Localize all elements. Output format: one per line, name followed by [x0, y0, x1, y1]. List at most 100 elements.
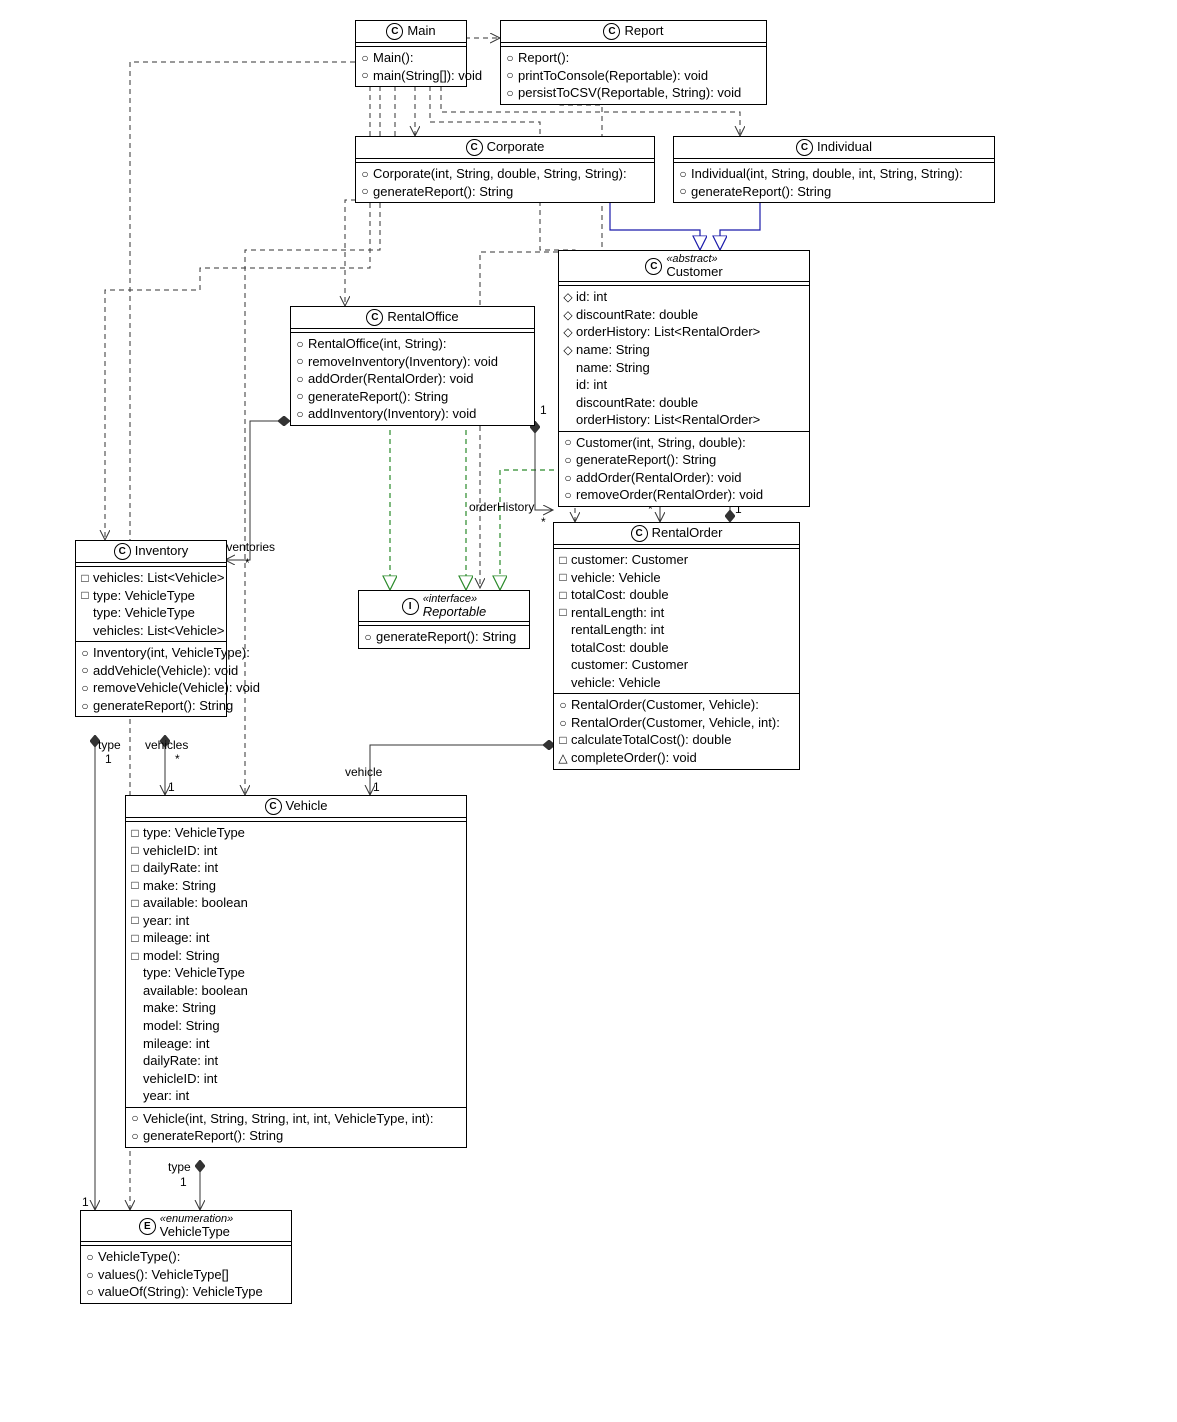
attribute: type: VehicleType — [143, 824, 245, 842]
visibility-icon: □ — [130, 948, 140, 964]
method: generateReport(): String — [373, 183, 513, 201]
method: persistToCSV(Reportable, String): void — [518, 84, 741, 102]
enum-icon: E — [139, 1218, 156, 1235]
visibility-icon: □ — [558, 587, 568, 603]
mult-one: 1 — [540, 403, 547, 417]
attribute: rentalLength: int — [571, 621, 664, 639]
visibility-icon: ○ — [505, 85, 515, 101]
visibility-icon: ◇ — [563, 324, 573, 340]
visibility-icon: ○ — [363, 629, 373, 645]
method: generateReport(): String — [308, 388, 448, 406]
attribute: vehicle: Vehicle — [571, 569, 661, 587]
method: generateReport(): String — [576, 451, 716, 469]
class-icon: C — [796, 139, 813, 156]
mult-one: 1 — [168, 780, 175, 794]
visibility-icon: ○ — [295, 388, 305, 404]
visibility-icon: □ — [80, 570, 90, 586]
visibility-icon: ○ — [295, 371, 305, 387]
visibility-icon: ○ — [505, 67, 515, 83]
mult-star: * — [175, 752, 180, 766]
class-name: Main — [407, 24, 435, 38]
method: generateReport(): String — [691, 183, 831, 201]
attribute: mileage: int — [143, 929, 209, 947]
visibility-icon: ○ — [563, 452, 573, 468]
visibility-icon: □ — [130, 877, 140, 893]
class-name: Vehicle — [286, 799, 328, 813]
method: removeOrder(RentalOrder): void — [576, 486, 763, 504]
attribute: customer: Customer — [571, 551, 688, 569]
class-name: Individual — [817, 140, 872, 154]
attribute: available: boolean — [143, 982, 248, 1000]
visibility-icon: □ — [80, 587, 90, 603]
class-name: RentalOrder — [652, 526, 723, 540]
interface-icon: I — [402, 598, 419, 615]
class-name: Customer — [666, 265, 722, 279]
class-name: RentalOffice — [387, 310, 458, 324]
method: calculateTotalCost(): double — [571, 731, 731, 749]
attribute: make: String — [143, 877, 216, 895]
attribute: vehicle: Vehicle — [571, 674, 661, 692]
visibility-icon: ○ — [80, 662, 90, 678]
visibility-icon: ○ — [295, 406, 305, 422]
visibility-icon: ○ — [678, 166, 688, 182]
attribute: year: int — [143, 1087, 189, 1105]
class-Individual: C Individual ○Individual(int, String, doub… — [673, 136, 995, 203]
mult-star: * — [245, 556, 250, 570]
class-Reportable: I«interface»Reportable○generateReport():… — [358, 590, 530, 649]
attribute: model: String — [143, 947, 220, 965]
attribute: available: boolean — [143, 894, 248, 912]
visibility-icon: ○ — [295, 336, 305, 352]
class-Vehicle: CVehicle□type: VehicleType□vehicleID: in… — [125, 795, 467, 1148]
method: Corporate(int, String, double, String, S… — [373, 165, 627, 183]
class-icon: C — [603, 23, 620, 40]
class-name: VehicleType — [160, 1225, 230, 1239]
visibility-icon: ◇ — [563, 307, 573, 323]
class-Main: CMain○Main():○main(String[]): void — [355, 20, 467, 87]
visibility-icon: ○ — [360, 50, 370, 66]
attribute: vehicles: List<Vehicle> — [93, 622, 225, 640]
attribute: vehicleID: int — [143, 842, 217, 860]
method: addInventory(Inventory): void — [308, 405, 476, 423]
visibility-icon: ○ — [85, 1249, 95, 1265]
method: Main(): — [373, 49, 413, 67]
visibility-icon: ○ — [360, 67, 370, 83]
method: removeInventory(Inventory): void — [308, 353, 498, 371]
lbl-type: type — [168, 1160, 191, 1174]
mult-star: * — [541, 515, 546, 529]
visibility-icon: □ — [130, 825, 140, 841]
attribute: make: String — [143, 999, 216, 1017]
method: VehicleType(): — [98, 1248, 180, 1266]
method: Individual(int, String, double, int, Str… — [691, 165, 963, 183]
visibility-icon: ○ — [295, 353, 305, 369]
lbl-vehicle: vehicle — [345, 765, 382, 779]
lbl-orderHistory: orderHistory — [469, 500, 534, 514]
method: generateReport(): String — [376, 628, 516, 646]
visibility-icon: ○ — [360, 183, 370, 199]
class-RentalOrder: CRentalOrder□customer: Customer□vehicle:… — [553, 522, 800, 770]
class-icon: C — [466, 139, 483, 156]
class-icon: C — [114, 543, 131, 560]
method: main(String[]): void — [373, 67, 482, 85]
visibility-icon: ○ — [80, 680, 90, 696]
visibility-icon: ○ — [563, 487, 573, 503]
visibility-icon: ○ — [558, 697, 568, 713]
method: RentalOrder(Customer, Vehicle): — [571, 696, 759, 714]
visibility-icon: □ — [130, 930, 140, 946]
attribute: discountRate: double — [576, 306, 698, 324]
class-Corporate: CCorporate○Corporate(int, String, double… — [355, 136, 655, 203]
attribute: discountRate: double — [576, 394, 698, 412]
method: Customer(int, String, double): — [576, 434, 746, 452]
method: RentalOffice(int, String): — [308, 335, 446, 353]
method: Vehicle(int, String, String, int, int, V… — [143, 1110, 433, 1128]
mult-one: 1 — [180, 1175, 187, 1189]
attribute: type: VehicleType — [93, 587, 195, 605]
visibility-icon: □ — [130, 895, 140, 911]
visibility-icon: ○ — [80, 645, 90, 661]
attribute: vehicleID: int — [143, 1070, 217, 1088]
attribute: vehicles: List<Vehicle> — [93, 569, 225, 587]
attribute: orderHistory: List<RentalOrder> — [576, 323, 760, 341]
class-Report: CReport○Report():○printToConsole(Reporta… — [500, 20, 767, 105]
attribute: year: int — [143, 912, 189, 930]
attribute: type: VehicleType — [143, 964, 245, 982]
method: values(): VehicleType[] — [98, 1266, 229, 1284]
